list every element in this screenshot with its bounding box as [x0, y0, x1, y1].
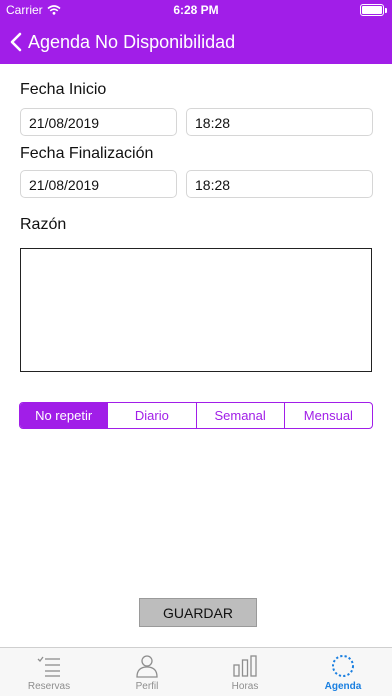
end-date-label: Fecha Finalización	[20, 145, 154, 162]
dotted-circle-icon	[332, 655, 354, 677]
navigation-bar: Agenda No Disponibilidad	[0, 20, 392, 64]
repeat-option-semanal[interactable]: Semanal	[195, 403, 284, 428]
repeat-segmented-control: No repetir Diario Semanal Mensual	[19, 402, 373, 429]
end-date-field[interactable]: 21/08/2019	[20, 170, 177, 198]
person-icon	[136, 655, 158, 678]
tab-perfil[interactable]: Perfil	[98, 648, 196, 696]
battery-icon	[360, 4, 387, 16]
tab-horas[interactable]: Horas	[196, 648, 294, 696]
reason-label: Razón	[20, 216, 67, 233]
repeat-option-no-repetir[interactable]: No repetir	[20, 403, 108, 428]
repeat-option-diario[interactable]: Diario	[107, 403, 195, 428]
status-bar: Carrier 6:28 PM	[0, 0, 392, 20]
save-button[interactable]: GUARDAR	[139, 598, 257, 627]
end-time-field[interactable]: 18:28	[186, 170, 373, 198]
bar-chart-icon	[233, 655, 257, 677]
start-date-field[interactable]: 21/08/2019	[20, 108, 177, 136]
tab-reservas[interactable]: Reservas	[0, 648, 98, 696]
checklist-icon	[37, 656, 60, 677]
page-title: Agenda No Disponibilidad	[28, 31, 236, 52]
start-time-field[interactable]: 18:28	[186, 108, 373, 136]
tab-agenda[interactable]: Agenda	[294, 648, 392, 696]
tab-label: Agenda	[324, 681, 362, 692]
tab-label: Perfil	[135, 681, 159, 692]
status-time: 6:28 PM	[173, 3, 219, 17]
tab-bar: Reservas Perfil Horas Agenda	[0, 647, 392, 696]
reason-textarea[interactable]	[20, 248, 372, 372]
repeat-option-mensual[interactable]: Mensual	[283, 403, 372, 428]
tab-label: Reservas	[27, 681, 71, 692]
start-date-label: Fecha Inicio	[20, 81, 107, 98]
chevron-left-icon	[10, 32, 22, 52]
back-button[interactable]: Agenda No Disponibilidad	[0, 32, 235, 53]
tab-label: Horas	[231, 681, 259, 692]
